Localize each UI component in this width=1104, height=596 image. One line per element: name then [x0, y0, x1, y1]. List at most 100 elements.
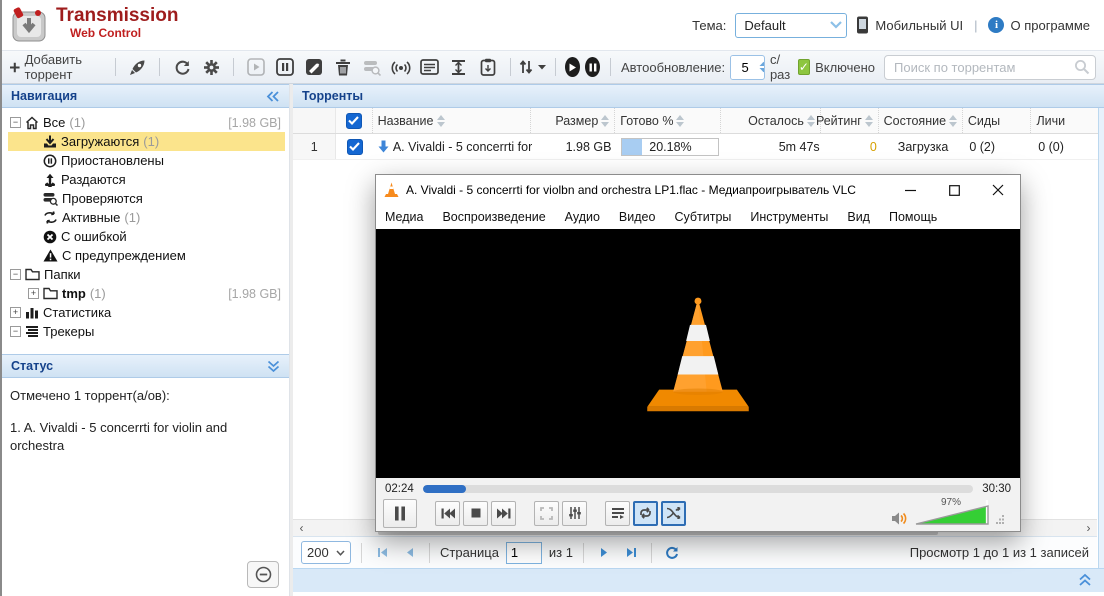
edit-torrent-button[interactable] [302, 55, 326, 79]
sidebar-item-statistics[interactable]: + Статистика [8, 303, 285, 322]
sidebar-item-tmp-folder[interactable]: + tmp (1) [1.98 GB] [8, 284, 285, 303]
vlc-titlebar[interactable]: A. Vivaldi - 5 concerrti for violbn and … [376, 175, 1020, 205]
autorefresh-enabled-checkbox[interactable]: ✓ [798, 59, 810, 75]
vlc-pause-button[interactable] [383, 499, 417, 528]
collapse-down-icon[interactable] [267, 360, 280, 373]
spinner-down-icon[interactable] [759, 67, 765, 73]
column-header-rating[interactable]: Рейтинг [821, 108, 879, 133]
minimize-icon[interactable] [888, 175, 932, 205]
select-all-checkbox[interactable] [336, 108, 372, 133]
sidebar-item-all[interactable]: − Все (1) [1.98 GB] [8, 113, 285, 132]
speaker-icon[interactable] [891, 511, 908, 526]
page-number-input[interactable] [506, 542, 542, 564]
autorefresh-spinner[interactable] [730, 55, 765, 80]
refresh-list-button[interactable] [662, 543, 682, 563]
menu-help[interactable]: Помощь [889, 210, 937, 224]
expander-icon[interactable]: − [10, 269, 21, 280]
start-server-button[interactable] [125, 55, 149, 79]
last-page-button[interactable] [621, 543, 641, 563]
menu-media[interactable]: Медиа [385, 210, 423, 224]
search-input[interactable] [884, 55, 1096, 80]
column-header-done[interactable]: Готово % [615, 108, 721, 133]
menu-view[interactable]: Вид [847, 210, 870, 224]
mobile-ui-button[interactable]: Мобильный UI [856, 16, 963, 34]
sidebar-item-folders[interactable]: − Папки [8, 265, 285, 284]
details-button[interactable] [418, 55, 442, 79]
queue-pause-button[interactable] [585, 57, 600, 77]
resize-grip-icon[interactable] [996, 515, 1005, 524]
first-page-button[interactable] [372, 543, 392, 563]
vlc-loop-button[interactable] [633, 501, 658, 526]
sidebar-item-checking[interactable]: Проверяются [8, 189, 285, 208]
vlc-window[interactable]: A. Vivaldi - 5 concerrti for violbn and … [375, 174, 1021, 532]
progress-text: 20.18% [622, 139, 718, 155]
app-header: Transmission Web Control Тема: Default [2, 0, 1104, 50]
menu-subtitles[interactable]: Субтитры [674, 210, 731, 224]
sidebar-item-label: Папки [44, 267, 81, 282]
sidebar-item-paused[interactable]: Приостановлены [8, 151, 285, 170]
column-label: Рейтинг [816, 114, 862, 128]
expander-icon[interactable]: + [28, 288, 39, 299]
column-header-name[interactable]: Название [373, 108, 531, 133]
sidebar-item-warning[interactable]: С предупреждением [8, 246, 285, 265]
expander-icon[interactable]: + [10, 307, 21, 318]
home-icon [25, 116, 39, 130]
sidebar-item-downloading[interactable]: Загружаются (1) [8, 132, 285, 151]
vlc-next-button[interactable] [491, 501, 516, 526]
upload-icon [43, 173, 57, 187]
vlc-equalizer-button[interactable] [562, 501, 587, 526]
table-row[interactable]: 1 A. Vivaldi - 5 concerrti for violin an… [293, 134, 1104, 160]
settings-button[interactable] [199, 55, 223, 79]
sidebar-item-active[interactable]: Активные (1) [8, 208, 285, 227]
expand-up-icon[interactable] [1078, 573, 1092, 587]
alt-speed-button[interactable] [447, 55, 471, 79]
column-header-remaining[interactable]: Осталось [721, 108, 821, 133]
vlc-shuffle-button[interactable] [661, 501, 686, 526]
sidebar-item-trackers[interactable]: − Трекеры [8, 322, 285, 341]
menu-tools[interactable]: Инструменты [750, 210, 828, 224]
vlc-fullscreen-button[interactable] [534, 501, 559, 526]
column-label: Размер [555, 114, 598, 128]
vlc-cone-logo [644, 293, 752, 415]
queue-start-button[interactable] [565, 57, 580, 77]
refresh-button[interactable] [170, 55, 194, 79]
column-header-size[interactable]: Размер [531, 108, 615, 133]
autorefresh-input[interactable] [731, 56, 759, 79]
collapse-left-icon[interactable] [266, 91, 280, 102]
expander-icon[interactable]: − [10, 117, 21, 128]
volume-slider[interactable]: 97% [915, 500, 989, 526]
start-torrent-button[interactable] [244, 55, 268, 79]
verify-torrent-button[interactable] [360, 55, 384, 79]
row-checkbox[interactable] [336, 134, 372, 159]
sort-button[interactable] [521, 55, 545, 79]
vlc-video-area[interactable] [376, 229, 1020, 478]
prev-page-button[interactable] [399, 543, 419, 563]
reannounce-button[interactable] [389, 55, 413, 79]
next-page-button[interactable] [594, 543, 614, 563]
delete-torrent-button[interactable] [331, 55, 355, 79]
sidebar-collapse-button[interactable] [247, 561, 279, 588]
sidebar-item-error[interactable]: С ошибкой [8, 227, 285, 246]
page-size-select[interactable]: 200 [301, 541, 351, 564]
menu-video[interactable]: Видео [619, 210, 656, 224]
copy-path-button[interactable] [476, 55, 500, 79]
menu-playback[interactable]: Воспроизведение [442, 210, 545, 224]
close-icon[interactable] [976, 175, 1020, 205]
sidebar-item-seeding[interactable]: Раздаются [8, 170, 285, 189]
menu-audio[interactable]: Аудио [565, 210, 600, 224]
expander-icon[interactable]: − [10, 326, 21, 337]
theme-select[interactable]: Default [735, 13, 847, 38]
scroll-left-icon[interactable]: ‹ [293, 520, 310, 537]
vlc-previous-button[interactable] [435, 501, 460, 526]
column-header-peers[interactable]: Личи [1031, 108, 1102, 133]
pause-torrent-button[interactable] [273, 55, 297, 79]
scroll-right-icon[interactable]: › [1080, 520, 1097, 537]
about-button[interactable]: i О программе [988, 17, 1090, 33]
vlc-playlist-button[interactable] [605, 501, 630, 526]
column-header-seeds[interactable]: Сиды [963, 108, 1032, 133]
column-header-state[interactable]: Состояние [879, 108, 963, 133]
add-torrent-button[interactable]: Добавить торрент [10, 55, 105, 79]
vlc-seek-bar[interactable] [423, 485, 973, 493]
vlc-stop-button[interactable] [463, 501, 488, 526]
maximize-icon[interactable] [932, 175, 976, 205]
